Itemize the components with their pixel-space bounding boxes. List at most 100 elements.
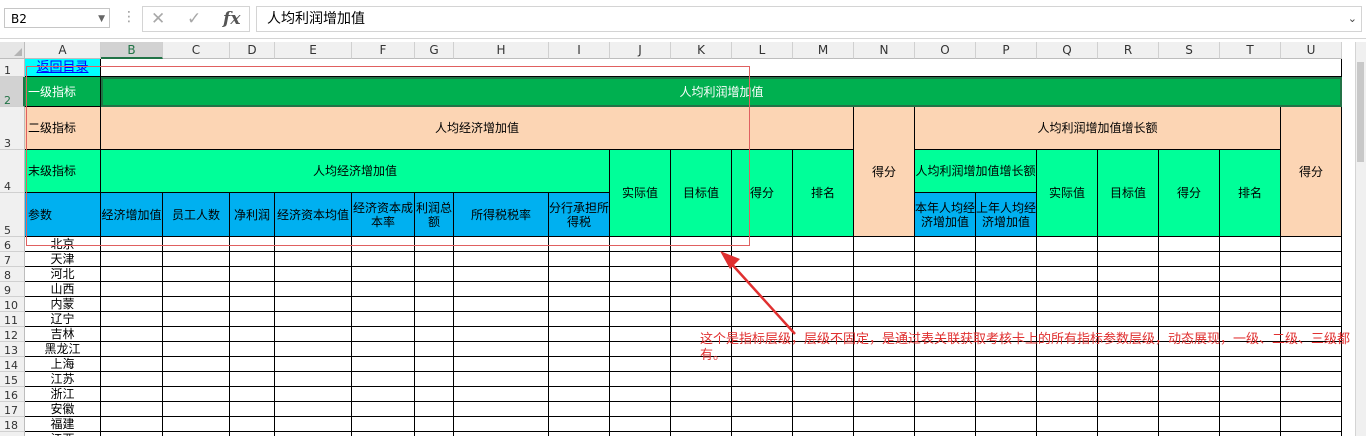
data-cell[interactable] [1220, 372, 1281, 387]
data-cell[interactable] [163, 357, 230, 372]
row-header-9[interactable]: 9 [0, 282, 25, 297]
data-cell[interactable] [1037, 387, 1098, 402]
row-header-14[interactable]: 14 [0, 357, 25, 372]
data-cell[interactable] [549, 237, 610, 252]
data-cell[interactable] [793, 432, 854, 436]
data-cell[interactable] [610, 282, 671, 297]
data-cell[interactable] [415, 357, 454, 372]
data-cell[interactable] [230, 372, 275, 387]
formula-input[interactable]: 人均利润增加值 ⌄ [256, 6, 1362, 32]
data-cell[interactable] [1220, 237, 1281, 252]
data-cell[interactable] [1281, 402, 1342, 417]
region-name-cell[interactable]: 北京 [25, 237, 101, 252]
param-cell-branch-tax[interactable]: 分行承担所得税 [549, 193, 610, 237]
data-cell[interactable] [275, 237, 352, 252]
data-cell[interactable] [352, 252, 415, 267]
row-header-17[interactable]: 17 [0, 402, 25, 417]
data-cell[interactable] [915, 417, 976, 432]
data-cell[interactable] [732, 312, 793, 327]
data-cell[interactable] [415, 372, 454, 387]
data-cell[interactable] [1037, 417, 1098, 432]
column-header-c[interactable]: C [163, 42, 230, 59]
data-cell[interactable] [1281, 252, 1342, 267]
data-cell[interactable] [1220, 267, 1281, 282]
data-cell[interactable] [610, 252, 671, 267]
data-cell[interactable] [732, 282, 793, 297]
data-cell[interactable] [549, 432, 610, 436]
actual-value-cell-1[interactable]: 实际值 [610, 150, 671, 237]
data-cell[interactable] [163, 417, 230, 432]
data-cell[interactable] [101, 282, 163, 297]
data-cell[interactable] [854, 417, 915, 432]
data-cell[interactable] [275, 327, 352, 342]
column-header-h[interactable]: H [454, 42, 549, 59]
column-header-s[interactable]: S [1159, 42, 1220, 59]
param-cell-employee-count[interactable]: 员工人数 [163, 193, 230, 237]
data-cell[interactable] [1037, 402, 1098, 417]
data-cell[interactable] [352, 237, 415, 252]
level2-score-cell-2[interactable]: 得分 [1281, 107, 1342, 237]
data-cell[interactable] [793, 252, 854, 267]
level1-label-cell[interactable]: 一级指标 [25, 77, 101, 107]
data-cell[interactable] [101, 267, 163, 282]
data-cell[interactable] [1281, 297, 1342, 312]
data-cell[interactable] [549, 342, 610, 357]
data-cell[interactable] [1281, 267, 1342, 282]
data-cell[interactable] [793, 237, 854, 252]
data-cell[interactable] [352, 432, 415, 436]
data-cell[interactable] [1159, 417, 1220, 432]
data-cell[interactable] [1098, 267, 1159, 282]
score-cell-2[interactable]: 得分 [1159, 150, 1220, 237]
data-cell[interactable] [1220, 297, 1281, 312]
data-cell[interactable] [732, 267, 793, 282]
data-cell[interactable] [101, 402, 163, 417]
data-cell[interactable] [854, 252, 915, 267]
row-header-18[interactable]: 18 [0, 417, 25, 432]
column-header-f[interactable]: F [352, 42, 415, 59]
data-cell[interactable] [454, 252, 549, 267]
data-cell[interactable] [454, 432, 549, 436]
row-header-6[interactable]: 6 [0, 237, 25, 252]
data-cell[interactable] [101, 387, 163, 402]
data-cell[interactable] [549, 252, 610, 267]
level2-econ-cell[interactable]: 人均经济增加值 [101, 107, 854, 150]
data-cell[interactable] [854, 402, 915, 417]
data-cell[interactable] [454, 237, 549, 252]
column-header-k[interactable]: K [671, 42, 732, 59]
leaf-label-cell[interactable]: 末级指标 [25, 150, 101, 193]
row-header-10[interactable]: 10 [0, 297, 25, 312]
data-cell[interactable] [454, 312, 549, 327]
data-cell[interactable] [275, 402, 352, 417]
data-cell[interactable] [671, 237, 732, 252]
data-cell[interactable] [1281, 387, 1342, 402]
data-cell[interactable] [275, 372, 352, 387]
data-cell[interactable] [275, 342, 352, 357]
data-cell[interactable] [163, 327, 230, 342]
cancel-icon[interactable]: ✕ [151, 9, 165, 29]
data-cell[interactable] [1220, 417, 1281, 432]
data-cell[interactable] [230, 297, 275, 312]
data-cell[interactable] [976, 417, 1037, 432]
data-cell[interactable] [610, 357, 671, 372]
data-cell[interactable] [549, 387, 610, 402]
data-cell[interactable] [671, 312, 732, 327]
data-cell[interactable] [854, 282, 915, 297]
row-header-4[interactable]: 4 [0, 150, 25, 193]
data-cell[interactable] [1281, 282, 1342, 297]
data-cell[interactable] [549, 417, 610, 432]
data-cell[interactable] [671, 417, 732, 432]
data-cell[interactable] [854, 387, 915, 402]
param-cell-net-profit[interactable]: 净利润 [230, 193, 275, 237]
region-name-cell[interactable]: 辽宁 [25, 312, 101, 327]
region-name-cell[interactable]: 江苏 [25, 372, 101, 387]
data-cell[interactable] [454, 402, 549, 417]
data-cell[interactable] [915, 312, 976, 327]
data-cell[interactable] [163, 237, 230, 252]
data-cell[interactable] [732, 432, 793, 436]
row-header-15[interactable]: 15 [0, 372, 25, 387]
enter-icon[interactable]: ✓ [187, 9, 201, 29]
row-header-7[interactable]: 7 [0, 252, 25, 267]
data-cell[interactable] [854, 267, 915, 282]
data-cell[interactable] [1281, 237, 1342, 252]
data-cell[interactable] [1159, 387, 1220, 402]
